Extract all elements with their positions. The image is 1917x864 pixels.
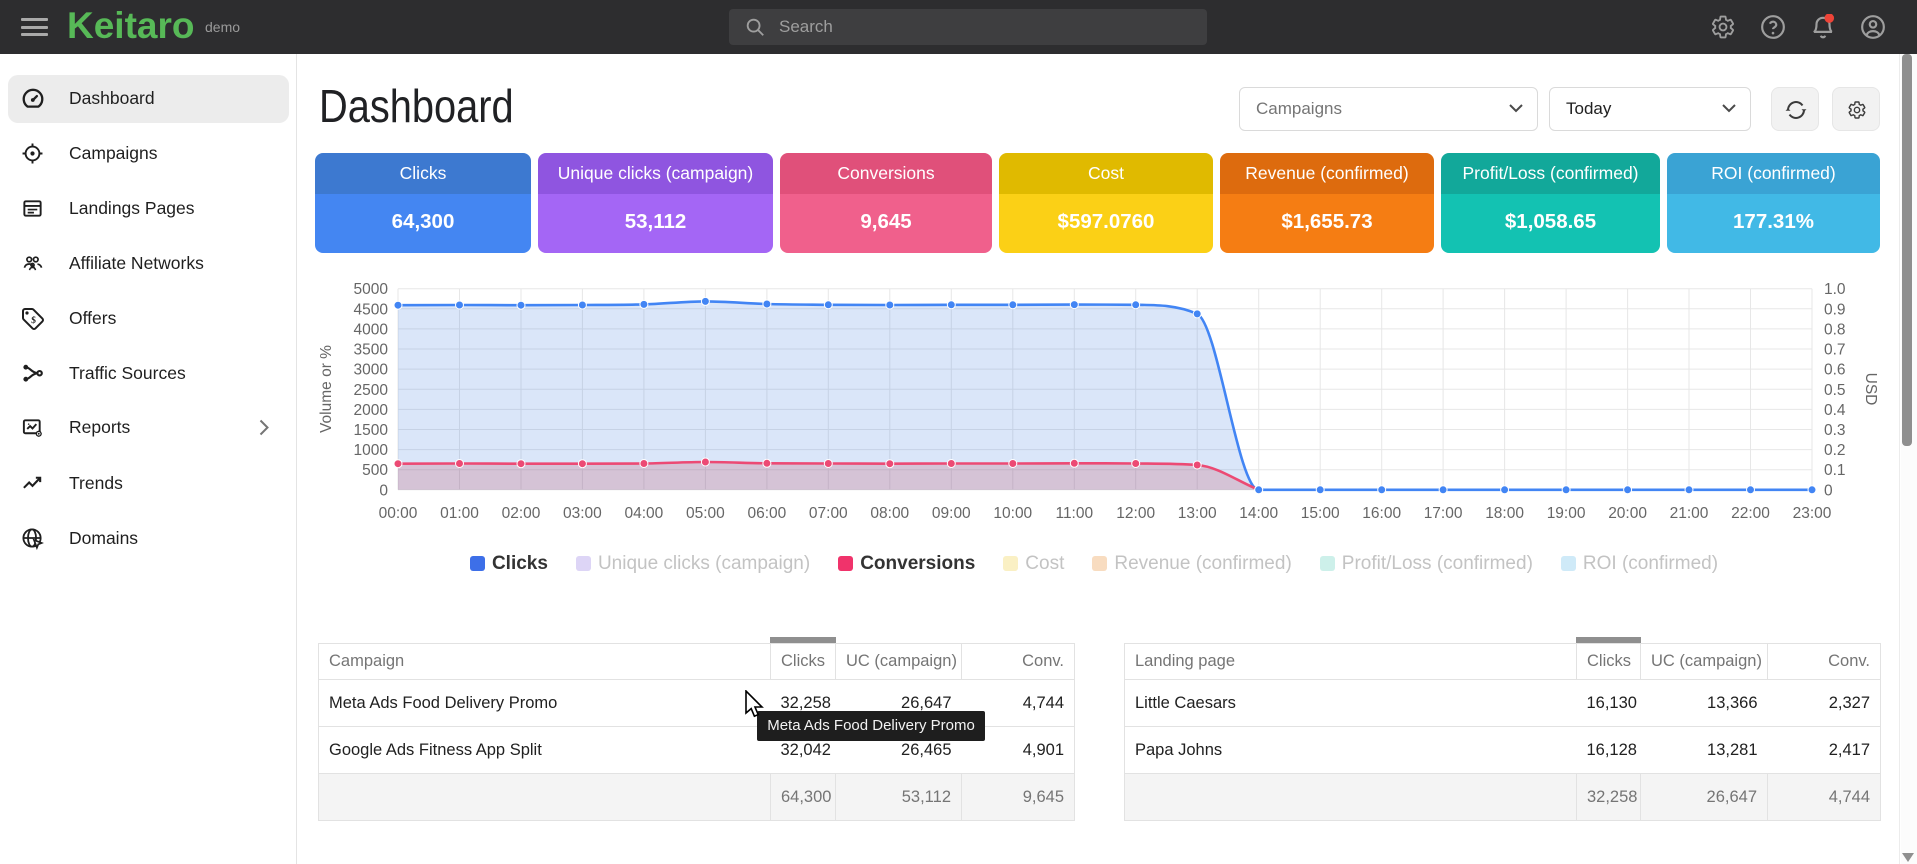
svg-text:0.1: 0.1 [1824, 462, 1846, 479]
svg-text:USD: USD [1862, 373, 1879, 406]
svg-text:07:00: 07:00 [809, 505, 848, 522]
svg-text:20:00: 20:00 [1608, 505, 1647, 522]
svg-text:11:00: 11:00 [1055, 505, 1093, 522]
svg-text:15:00: 15:00 [1301, 505, 1340, 522]
svg-text:00:00: 00:00 [379, 505, 418, 522]
svg-text:3500: 3500 [354, 342, 389, 359]
svg-text:06:00: 06:00 [748, 505, 787, 522]
svg-text:14:00: 14:00 [1239, 505, 1278, 522]
svg-text:0.9: 0.9 [1824, 301, 1846, 318]
svg-text:02:00: 02:00 [502, 505, 541, 522]
svg-text:16:00: 16:00 [1362, 505, 1401, 522]
svg-text:13:00: 13:00 [1178, 505, 1217, 522]
svg-text:3000: 3000 [354, 362, 389, 379]
svg-text:12:00: 12:00 [1116, 505, 1155, 522]
svg-text:1500: 1500 [354, 422, 389, 439]
svg-text:23:00: 23:00 [1793, 505, 1832, 522]
svg-text:0.8: 0.8 [1824, 321, 1846, 338]
svg-text:1000: 1000 [354, 442, 389, 459]
svg-text:0: 0 [379, 482, 388, 499]
svg-text:$: $ [30, 315, 37, 327]
svg-text:4000: 4000 [354, 321, 389, 338]
svg-text:0.2: 0.2 [1824, 442, 1846, 459]
svg-text:01:00: 01:00 [440, 505, 479, 522]
svg-text:0.6: 0.6 [1824, 362, 1846, 379]
svg-text:0: 0 [1824, 482, 1833, 499]
svg-text:Volume or %: Volume or % [318, 345, 335, 433]
svg-text:500: 500 [362, 462, 388, 479]
svg-text:1.0: 1.0 [1824, 281, 1846, 298]
svg-text:2500: 2500 [354, 382, 389, 399]
svg-text:0.5: 0.5 [1824, 382, 1846, 399]
svg-text:18:00: 18:00 [1485, 505, 1524, 522]
svg-text:10:00: 10:00 [993, 505, 1032, 522]
svg-text:19:00: 19:00 [1547, 505, 1586, 522]
svg-text:05:00: 05:00 [686, 505, 725, 522]
svg-text:21:00: 21:00 [1670, 505, 1709, 522]
svg-text:5000: 5000 [354, 281, 389, 298]
svg-text:17:00: 17:00 [1424, 505, 1463, 522]
svg-text:22:00: 22:00 [1731, 505, 1770, 522]
svg-text:0.3: 0.3 [1824, 422, 1846, 439]
svg-text:0.4: 0.4 [1824, 402, 1846, 419]
svg-text:03:00: 03:00 [563, 505, 602, 522]
svg-text:2000: 2000 [354, 402, 389, 419]
svg-text:4500: 4500 [354, 301, 389, 318]
svg-text:09:00: 09:00 [932, 505, 971, 522]
svg-text:04:00: 04:00 [625, 505, 664, 522]
svg-text:0.7: 0.7 [1824, 342, 1846, 359]
svg-text:08:00: 08:00 [870, 505, 909, 522]
